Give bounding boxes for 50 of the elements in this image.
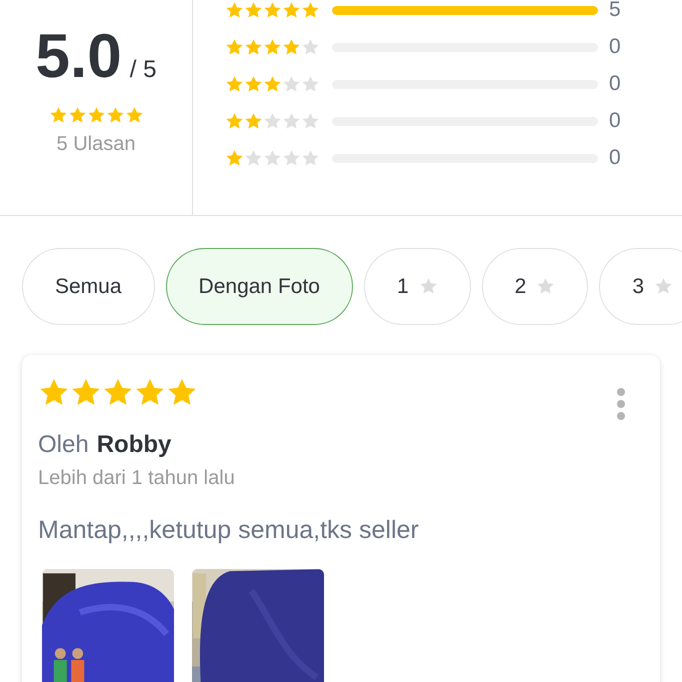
author-name: Robby [96,431,172,459]
filter-chip[interactable]: 1 [364,248,471,325]
star-icon [225,38,244,56]
star-icon [301,38,320,56]
star-icon [282,0,301,20]
author-label: Oleh [38,431,89,459]
star-icon [244,38,263,56]
star-icon [225,148,244,168]
star-icon [301,112,320,130]
star-icon [282,148,301,168]
rating-count: 0 [609,72,621,96]
star-icon [282,38,301,56]
star-icon [263,0,282,20]
star-icon [244,0,263,20]
star-icon [244,148,263,168]
star-icon [244,74,263,94]
star-icon [225,112,244,130]
star-icon [301,74,320,94]
star-icon [225,0,244,20]
star-icon [654,277,674,296]
rating-count: 5 [609,0,621,22]
star-icon [68,106,86,125]
star-icon [263,38,282,56]
star-icon [536,277,556,296]
star-icon [263,112,282,130]
rating-count: 0 [609,35,621,59]
star-icon [301,148,320,168]
review-text: Mantap,,,,ketutup semua,tks seller [38,516,420,545]
star-icon [86,106,106,125]
rating-count: 0 [609,109,621,133]
star-icon [244,112,263,130]
rating-score: 5.0 [36,22,122,92]
star-icon [282,112,301,130]
filter-chip[interactable]: 3 [599,248,682,325]
star-icon [282,74,301,94]
star-icon [263,148,282,168]
review-count: 5 Ulasan [56,133,136,156]
star-icon [106,106,124,125]
filter-chip[interactable]: Dengan Foto [166,248,353,325]
star-icon [124,106,144,125]
star-icon [418,277,438,296]
star-icon [225,74,244,94]
star-icon [263,74,282,94]
star-icon [48,106,68,125]
filter-chip[interactable]: Semua [22,248,155,325]
review-time: Lebih dari 1 tahun lalu [38,467,236,490]
rating-scale: / 5 [130,56,156,84]
filter-chip[interactable]: 2 [482,248,588,325]
rating-count: 0 [609,146,621,170]
star-icon [301,0,320,20]
